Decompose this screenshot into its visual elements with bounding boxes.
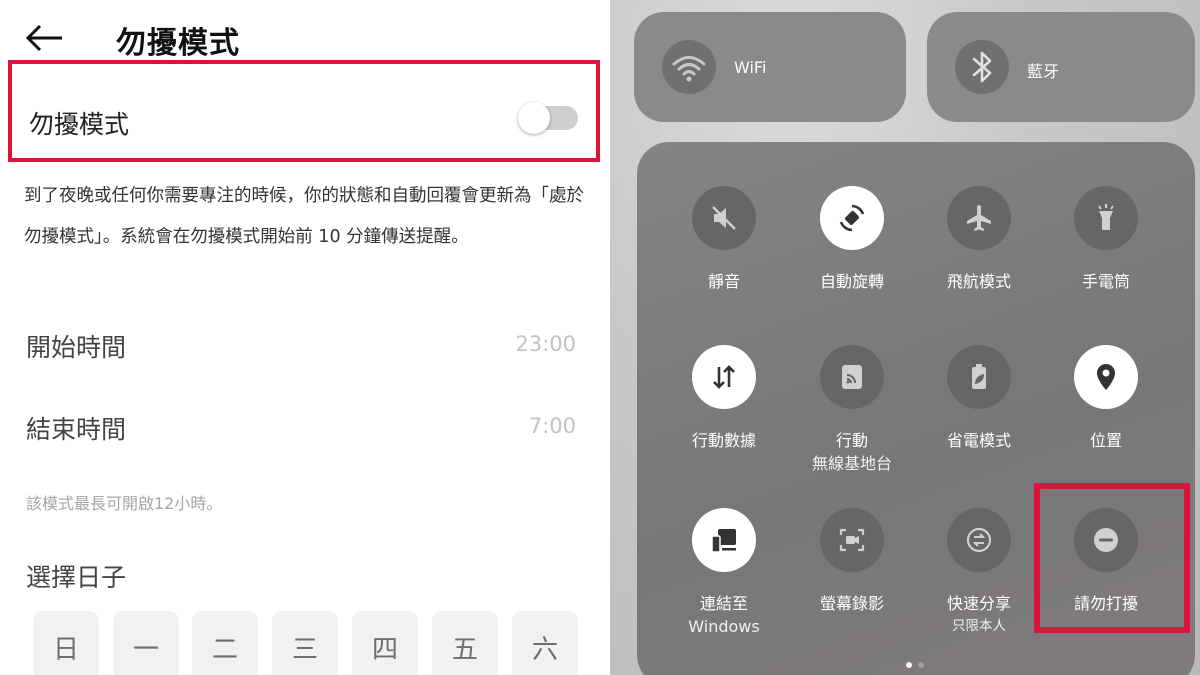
auto-rotate-icon [820, 186, 884, 250]
qs-auto-rotate[interactable]: 自動旋轉 [797, 186, 907, 316]
location-icon [1074, 345, 1138, 409]
qs-mute[interactable]: 靜音 [669, 186, 779, 316]
wifi-label: WiFi [734, 58, 767, 77]
page-indicator [906, 662, 930, 670]
end-time-value: 7:00 [528, 414, 576, 438]
select-days-label: 選擇日子 [26, 563, 127, 592]
mobile-data-icon [692, 345, 756, 409]
wifi-tile[interactable]: WiFi [634, 12, 906, 122]
day-button-sun[interactable]: 日 [33, 611, 99, 675]
bluetooth-label: 藍牙 [1027, 62, 1060, 81]
qs-location[interactable]: 位置 [1051, 345, 1161, 475]
battery-saver-icon [947, 345, 1011, 409]
qs-battery-saver[interactable]: 省電模式 [924, 345, 1034, 475]
start-time-row[interactable]: 開始時間 23:00 [26, 328, 576, 368]
page-title: 勿擾模式 [116, 26, 240, 61]
screen-record-icon [820, 508, 884, 572]
link-windows-icon [692, 508, 756, 572]
start-time-value: 23:00 [515, 332, 576, 356]
day-button-fri[interactable]: 五 [432, 611, 498, 675]
dnd-description: 到了夜晚或任何你需要專注的時候，你的狀態和自動回覆會更新為「處於勿擾模式」。系統… [24, 186, 584, 247]
qs-location-label: 位置 [1089, 431, 1122, 450]
qs-flashlight-label: 手電筒 [1081, 272, 1130, 291]
max-duration-note: 該模式最長可開啟12小時。 [26, 494, 223, 513]
day-selector: 日 一 二 三 四 五 六 [33, 611, 593, 675]
qs-mobile-data[interactable]: 行動數據 [669, 345, 779, 475]
qs-hotspot-sublabel: 無線基地台 [811, 454, 892, 473]
day-button-thu[interactable]: 四 [352, 611, 418, 675]
end-time-row[interactable]: 結束時間 7:00 [26, 410, 576, 450]
qs-hotspot[interactable]: 行動 無線基地台 [797, 345, 907, 475]
qs-screen-record[interactable]: 螢幕錄影 [797, 508, 907, 638]
qs-link-windows[interactable]: 連結至 Windows [669, 508, 779, 638]
day-button-tue[interactable]: 二 [192, 611, 258, 675]
page-dot-active [906, 662, 912, 668]
dnd-toggle-label: 勿擾模式 [29, 110, 130, 139]
dnd-settings-panel: 勿擾模式 勿擾模式 到了夜晚或任何你需要專注的時候，你的狀態和自動回覆會更新為「… [0, 0, 610, 675]
mute-icon [692, 186, 756, 250]
qs-airplane[interactable]: 飛航模式 [924, 186, 1034, 316]
wifi-icon [662, 40, 716, 94]
quick-share-icon [947, 508, 1011, 572]
airplane-icon [947, 186, 1011, 250]
day-button-wed[interactable]: 三 [272, 611, 338, 675]
dnd-tile-highlight [1034, 483, 1190, 633]
toggle-knob [518, 102, 550, 134]
quick-settings-panel: WiFi 藍牙 靜音 自動旋轉 飛航模式 手電筒 行動數據 行動 無線基地台 省… [610, 0, 1200, 675]
day-button-sat[interactable]: 六 [512, 611, 578, 675]
qs-link-windows-sublabel: Windows [688, 617, 760, 636]
bluetooth-icon [955, 40, 1009, 94]
dnd-toggle-switch[interactable] [518, 102, 578, 134]
start-time-label: 開始時間 [26, 333, 127, 362]
back-arrow-icon[interactable] [22, 20, 66, 56]
qs-quick-share-sublabel: 只限本人 [952, 618, 1006, 634]
qs-flashlight[interactable]: 手電筒 [1051, 186, 1161, 316]
hotspot-icon [820, 345, 884, 409]
bluetooth-tile[interactable]: 藍牙 [927, 12, 1195, 122]
day-button-mon[interactable]: 一 [113, 611, 179, 675]
flashlight-icon [1074, 186, 1138, 250]
end-time-label: 結束時間 [26, 415, 127, 444]
qs-quick-share[interactable]: 快速分享 只限本人 [924, 508, 1034, 638]
page-dot [918, 662, 924, 668]
dnd-toggle-row[interactable]: 勿擾模式 [8, 60, 600, 162]
